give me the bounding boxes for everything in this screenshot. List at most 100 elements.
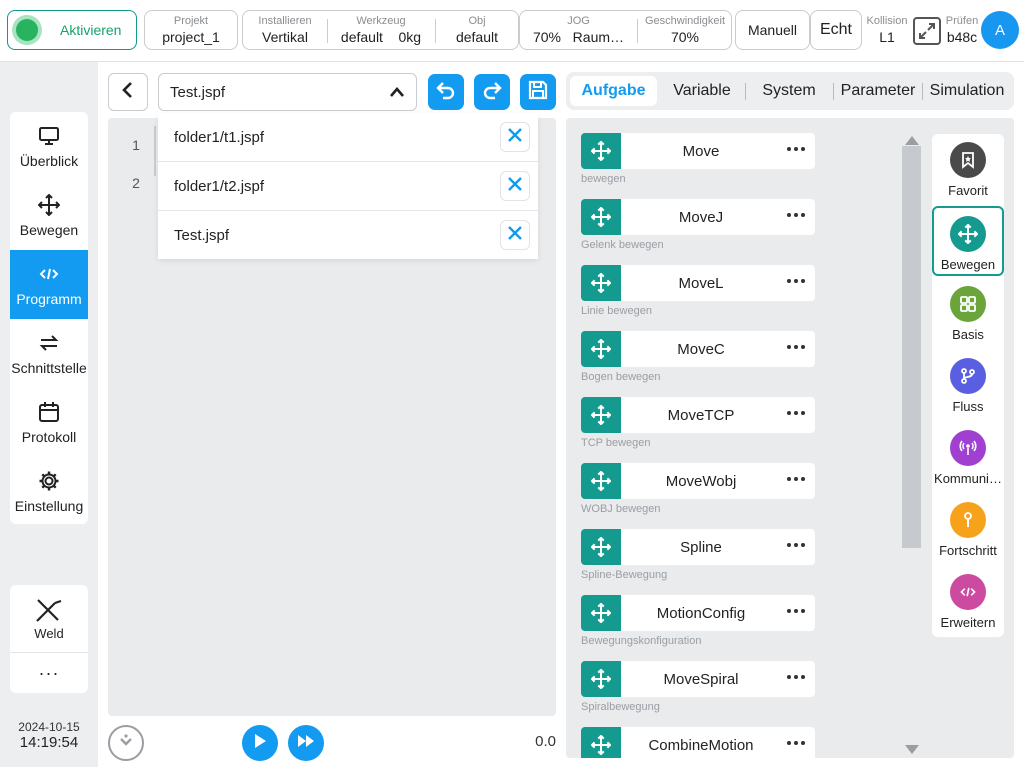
clock-date: 2024-10-15 bbox=[18, 720, 80, 734]
redo-button[interactable] bbox=[474, 74, 510, 110]
command-item[interactable]: Move bbox=[581, 133, 815, 169]
category-label: Kommuni… bbox=[934, 471, 1002, 486]
check-indicator[interactable]: Prüfen b48c bbox=[942, 12, 982, 48]
more-options-icon[interactable] bbox=[787, 741, 805, 745]
mode-button[interactable]: Manuell bbox=[735, 10, 810, 50]
more-options-icon[interactable] bbox=[787, 609, 805, 613]
fast-forward-icon bbox=[297, 734, 315, 753]
check-value: b48c bbox=[946, 28, 978, 45]
open-file-item[interactable]: folder1/t2.jspf bbox=[158, 162, 538, 211]
expand-down-button[interactable] bbox=[108, 725, 144, 761]
command-item[interactable]: MoveWobj bbox=[581, 463, 815, 499]
close-file-button[interactable] bbox=[500, 220, 530, 250]
more-options-icon[interactable] bbox=[787, 411, 805, 415]
command-item[interactable]: Spline bbox=[581, 529, 815, 565]
code-icon bbox=[950, 574, 986, 610]
tab-variable[interactable]: Variable bbox=[661, 76, 743, 106]
jog-speed-group[interactable]: JOG 70% Raum… Geschwindigkeit 70% bbox=[519, 10, 732, 50]
category-branch[interactable]: Fluss bbox=[932, 350, 1004, 420]
command-item[interactable]: MoveC bbox=[581, 331, 815, 367]
move-handle-icon[interactable] bbox=[581, 463, 621, 499]
more-options-icon[interactable] bbox=[787, 345, 805, 349]
command-item[interactable]: MotionConfig bbox=[581, 595, 815, 631]
move-handle-icon[interactable] bbox=[581, 727, 621, 758]
gutter-line bbox=[154, 126, 156, 176]
tab-parameter[interactable]: Parameter bbox=[836, 76, 920, 106]
nav-item-interface[interactable]: Schnittstelle bbox=[10, 319, 88, 388]
more-options-icon[interactable] bbox=[787, 147, 805, 151]
fullscreen-icon[interactable] bbox=[912, 16, 942, 46]
avatar[interactable]: A bbox=[981, 11, 1019, 49]
command-item[interactable]: CombineMotion bbox=[581, 727, 815, 758]
open-file-name: folder1/t1.jspf bbox=[174, 128, 265, 146]
real-mode-button[interactable]: Echt bbox=[810, 10, 862, 50]
command-name: CombineMotion bbox=[648, 736, 754, 754]
category-label: Favorit bbox=[948, 183, 988, 198]
more-options-icon[interactable] bbox=[787, 675, 805, 679]
command-description: Spiralbewegung bbox=[581, 701, 660, 713]
move-handle-icon[interactable] bbox=[581, 661, 621, 697]
open-files-dropdown: folder1/t1.jspf folder1/t2.jspf Test.jsp… bbox=[158, 113, 538, 259]
move-handle-icon[interactable] bbox=[581, 133, 621, 169]
save-button[interactable] bbox=[520, 74, 556, 110]
nav-item-program[interactable]: Programm bbox=[10, 250, 88, 319]
nav-item-settings[interactable]: Einstellung bbox=[10, 457, 88, 524]
activate-button[interactable]: Aktivieren bbox=[7, 10, 137, 50]
open-file-item[interactable]: Test.jspf bbox=[158, 211, 538, 260]
category-wrench[interactable]: Fortschritt bbox=[932, 494, 1004, 564]
close-file-button[interactable] bbox=[500, 171, 530, 201]
line-number: 2 bbox=[132, 175, 140, 191]
category-antenna[interactable]: Kommuni… bbox=[932, 422, 1004, 492]
undo-button[interactable] bbox=[428, 74, 464, 110]
clock: 2024-10-15 14:19:54 bbox=[8, 720, 90, 751]
category-move[interactable]: Bewegen bbox=[932, 206, 1004, 276]
nav-item-move[interactable]: Bewegen bbox=[10, 181, 88, 250]
category-favorite[interactable]: Favorit bbox=[932, 134, 1004, 204]
scroll-up-arrow[interactable] bbox=[905, 136, 919, 145]
move-handle-icon[interactable] bbox=[581, 397, 621, 433]
tab-system[interactable]: System bbox=[747, 76, 831, 106]
antenna-icon bbox=[950, 430, 986, 466]
nav-item-overview[interactable]: Überblick bbox=[10, 112, 88, 181]
command-item[interactable]: MoveTCP bbox=[581, 397, 815, 433]
move-handle-icon[interactable] bbox=[581, 265, 621, 301]
move-handle-icon[interactable] bbox=[581, 199, 621, 235]
nav-label: Bewegen bbox=[19, 222, 79, 238]
scrollbar-thumb[interactable] bbox=[902, 146, 921, 548]
open-file-item[interactable]: folder1/t1.jspf bbox=[158, 113, 538, 162]
nav-item-weld[interactable]: Weld bbox=[10, 585, 88, 653]
close-icon bbox=[508, 128, 522, 146]
close-file-button[interactable] bbox=[500, 122, 530, 152]
main-nav: Überblick Bewegen Programm Schnittstelle… bbox=[10, 112, 88, 524]
top-bar: Aktivieren Projekt project_1 Installiere… bbox=[0, 0, 1024, 62]
install-tool-obj-group[interactable]: Installieren Vertikal Werkzeug default 0… bbox=[242, 10, 519, 50]
nav-item-log[interactable]: Protokoll bbox=[10, 388, 88, 457]
more-button[interactable]: ··· bbox=[10, 653, 88, 693]
collision-indicator[interactable]: Kollision L1 bbox=[864, 12, 910, 48]
back-button[interactable] bbox=[108, 73, 148, 111]
command-name: Move bbox=[682, 142, 720, 160]
move-icon bbox=[38, 193, 60, 217]
project-selector[interactable]: Projekt project_1 bbox=[144, 10, 238, 50]
command-name: MoveSpiral bbox=[663, 670, 739, 688]
more-options-icon[interactable] bbox=[787, 213, 805, 217]
scroll-down-arrow[interactable] bbox=[905, 745, 919, 754]
tab-simulation[interactable]: Simulation bbox=[924, 76, 1010, 106]
move-handle-icon[interactable] bbox=[581, 331, 621, 367]
step-button[interactable] bbox=[288, 725, 324, 761]
command-item[interactable]: MoveSpiral bbox=[581, 661, 815, 697]
command-description: Bewegungskonfiguration bbox=[581, 635, 702, 647]
more-options-icon[interactable] bbox=[787, 543, 805, 547]
command-item[interactable]: MoveL bbox=[581, 265, 815, 301]
more-options-icon[interactable] bbox=[787, 279, 805, 283]
command-item[interactable]: MoveJ bbox=[581, 199, 815, 235]
move-handle-icon[interactable] bbox=[581, 529, 621, 565]
more-options-icon[interactable] bbox=[787, 477, 805, 481]
command-name: MoveTCP bbox=[667, 406, 735, 424]
file-selector[interactable]: Test.jspf bbox=[158, 73, 417, 111]
move-handle-icon[interactable] bbox=[581, 595, 621, 631]
run-button[interactable] bbox=[242, 725, 278, 761]
tab-task[interactable]: Aufgabe bbox=[570, 76, 657, 106]
category-code[interactable]: Erweitern bbox=[932, 566, 1004, 636]
category-grid[interactable]: Basis bbox=[932, 278, 1004, 348]
